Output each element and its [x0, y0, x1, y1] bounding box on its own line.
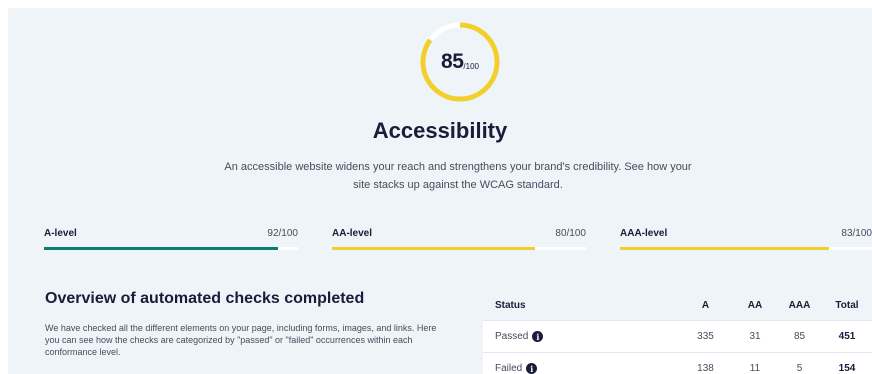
- header-total: Total: [835, 299, 859, 311]
- level-a-track: [44, 247, 298, 250]
- cell-aaa: 5: [796, 363, 803, 374]
- table-row-passed: Passed i 335 31 85 451: [483, 320, 872, 352]
- accessibility-report: 85 /100 Accessibility An accessible webs…: [0, 0, 872, 374]
- info-icon[interactable]: i: [532, 331, 544, 342]
- cell-a: 335: [697, 331, 714, 342]
- header-aaa: AAA: [788, 299, 811, 311]
- header-aa: AA: [747, 299, 763, 311]
- cell-aa: 11: [749, 363, 761, 374]
- level-aa-score: 80/100: [555, 228, 586, 239]
- status-label: Failed: [495, 363, 523, 374]
- level-aa-fill: [332, 247, 536, 250]
- level-a-score: 92/100: [267, 228, 298, 239]
- page-description: An accessible website widens your reach …: [224, 161, 692, 191]
- cell-total: 451: [838, 331, 856, 342]
- header-a: A: [701, 299, 710, 311]
- info-icon[interactable]: i: [526, 363, 538, 374]
- cell-a: 138: [697, 363, 714, 374]
- score-value: 85: [441, 50, 464, 73]
- level-aa-track: [332, 247, 586, 250]
- level-a-name: A-level: [44, 228, 77, 239]
- level-aa-name: AA-level: [332, 228, 373, 239]
- level-aaa-score: 83/100: [841, 228, 872, 239]
- status-label: Passed: [495, 331, 529, 342]
- status-cell: Passed i: [483, 331, 678, 342]
- overview-title: Overview of automated checks completed: [45, 290, 365, 307]
- level-aaa-track: [620, 247, 872, 250]
- cell-aaa: 85: [793, 331, 806, 342]
- level-a: A-level 92/100: [44, 228, 298, 258]
- overview-text: We have checked all the different elemen…: [45, 323, 437, 357]
- level-a-fill: [44, 247, 278, 250]
- cell-total: 154: [838, 363, 856, 374]
- header-status: Status: [495, 299, 526, 311]
- table-row-failed: Failed i 138 11 5 154: [483, 352, 872, 374]
- level-aaa-fill: [620, 247, 830, 250]
- checks-table: Status A AA AAA Total Passed i 335 31 85…: [483, 290, 872, 374]
- level-aaa: AAA-level 83/100: [620, 228, 872, 258]
- score-label: 85 /100: [418, 20, 502, 104]
- page-title: Accessibility: [372, 118, 508, 143]
- level-aaa-name: AAA-level: [620, 228, 668, 239]
- level-aa: AA-level 80/100: [332, 228, 586, 258]
- cell-aa: 31: [749, 331, 761, 342]
- table-header: Status A AA AAA Total: [483, 290, 872, 320]
- score-max: /100: [463, 62, 479, 71]
- status-cell: Failed i: [483, 363, 678, 374]
